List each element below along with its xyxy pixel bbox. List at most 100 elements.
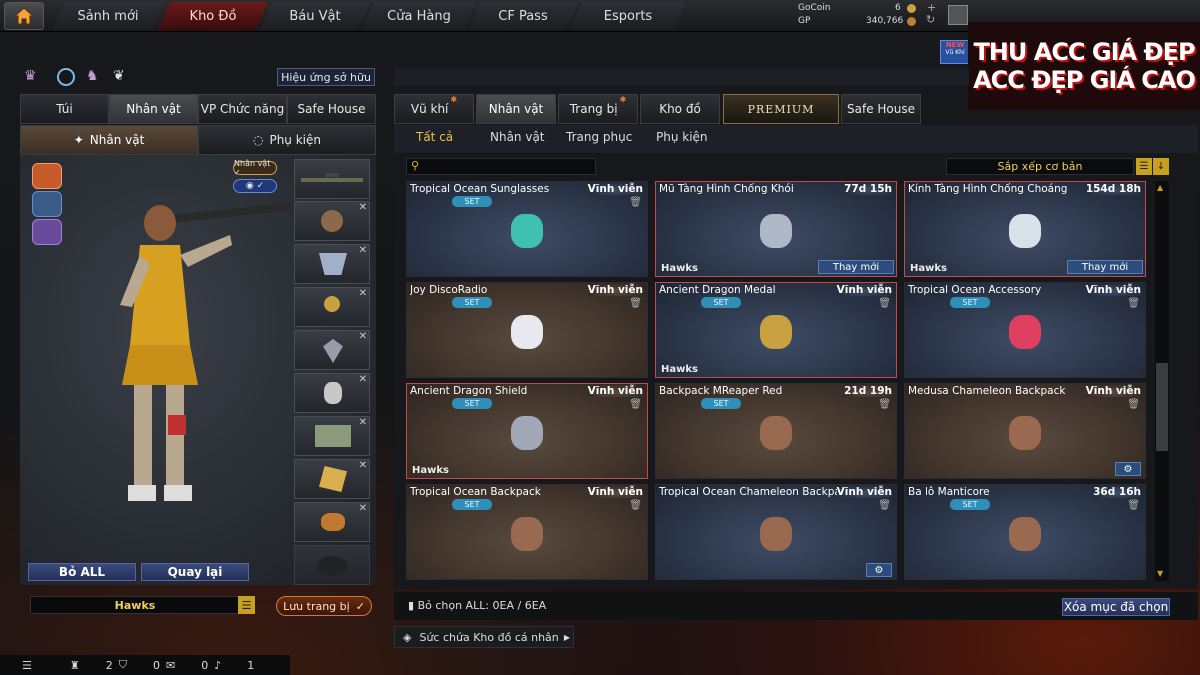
renew-button[interactable]: Thay mới <box>818 260 894 274</box>
menu-grid-icon[interactable] <box>948 5 968 25</box>
slot-mask[interactable]: ✕ <box>294 244 370 284</box>
tab-storage[interactable]: Kho đồ <box>640 94 720 124</box>
filter-outfit[interactable]: Trang phục <box>566 130 632 144</box>
item-card[interactable]: Medusa Chameleon Backpack Vĩnh viễn 🗑 ⚙ <box>904 383 1146 479</box>
chat-icon[interactable]: ✉ <box>166 659 175 672</box>
trash-icon[interactable]: 🗑 <box>878 399 891 410</box>
item-card[interactable]: Mũ Tàng Hình Chống Khói 77d 15h Hawks Thay … <box>655 181 897 277</box>
sort-direction-icon[interactable]: ↓ <box>1153 158 1169 175</box>
sound-icon[interactable]: ♪ <box>214 659 221 672</box>
slot-empty[interactable] <box>294 545 370 585</box>
slot-weapon[interactable] <box>294 159 370 199</box>
remove-x-icon[interactable]: ✕ <box>359 331 367 342</box>
sort-menu-icon[interactable]: ☰ <box>1136 158 1152 175</box>
remove-x-icon[interactable]: ✕ <box>359 417 367 428</box>
delete-selected-button[interactable]: Xóa mục đã chọn <box>1062 598 1170 616</box>
slot-helmet[interactable]: ✕ <box>294 201 370 241</box>
settings-gear-icon[interactable]: ⚙ <box>866 563 892 577</box>
effects-button[interactable]: Hiệu ứng sở hữu <box>277 68 375 86</box>
tab-bag[interactable]: Túi <box>20 94 109 124</box>
back-button[interactable]: Quay lại <box>141 563 249 581</box>
remove-x-icon[interactable]: ✕ <box>359 503 367 514</box>
view-icon[interactable] <box>57 68 75 86</box>
slot-backpack[interactable]: ✕ <box>294 416 370 456</box>
renew-button[interactable]: Thay mới <box>1067 260 1143 274</box>
home-button[interactable] <box>4 2 44 30</box>
item-card[interactable]: Tropical Ocean Sunglasses Vĩnh viễn SET 🗑 <box>406 181 648 277</box>
scroll-down-icon[interactable]: ▼ <box>1157 569 1163 578</box>
item-card[interactable]: Tropical Ocean Chameleon Backpack Vĩnh vi… <box>655 484 897 580</box>
nav-tab-cf-pass[interactable]: CF Pass <box>468 2 578 30</box>
character-toggle-badge[interactable]: Nhân vật ✓ <box>233 159 277 177</box>
save-loadout-button[interactable]: Lưu trang bị ✓ <box>276 596 372 616</box>
tab-premium[interactable]: PREMIUM <box>723 94 839 124</box>
character-icon[interactable]: ♞ <box>86 68 104 86</box>
item-card[interactable]: Ancient Dragon Medal Vĩnh viễn SET 🗑 Hawks <box>655 282 897 378</box>
search-input[interactable]: ⚲ <box>406 158 596 175</box>
scrollbar-track[interactable]: ▲ ▼ <box>1155 181 1169 581</box>
clan-menu-icon[interactable]: ☰ <box>238 596 255 614</box>
ranking-icon[interactable]: ♛ <box>24 68 42 86</box>
nav-tab-inventory[interactable]: Kho Đồ <box>158 2 268 30</box>
tab-character-items[interactable]: Nhân vật <box>476 94 556 124</box>
slot-pet[interactable]: ✕ <box>294 459 370 499</box>
capacity-dropdown[interactable]: ◈ Sức chứa Kho đồ cá nhân ▶ <box>394 626 574 648</box>
list-icon[interactable]: ☰ <box>22 659 32 672</box>
subtab-character[interactable]: ✦ Nhân vật <box>20 125 198 155</box>
tab-safe-house-right[interactable]: Safe House <box>841 94 921 124</box>
sort-dropdown[interactable]: Sắp xếp cơ bản <box>946 158 1134 175</box>
settings-gear-icon[interactable]: ⚙ <box>1115 462 1141 476</box>
item-card[interactable]: Backpack MReaper Red 21d 19h SET 🗑 <box>655 383 897 479</box>
trash-icon[interactable]: 🗑 <box>878 298 891 309</box>
trash-icon[interactable]: 🗑 <box>629 399 642 410</box>
pet-icon[interactable]: ❦ <box>113 68 131 86</box>
trash-icon[interactable]: 🗑 <box>629 197 642 208</box>
friends-icon[interactable]: ♜ <box>70 659 80 672</box>
scroll-up-icon[interactable]: ▲ <box>1157 183 1163 192</box>
remove-x-icon[interactable]: ✕ <box>359 374 367 385</box>
nav-tab-lobby[interactable]: Sảnh mới <box>52 2 164 30</box>
medal-icon <box>324 296 340 312</box>
subtab-accessory[interactable]: ◌ Phụ kiện <box>198 125 376 155</box>
nav-tab-shop[interactable]: Cửa Hàng <box>362 2 476 30</box>
trash-icon[interactable]: 🗑 <box>878 500 891 511</box>
trash-icon[interactable]: 🗑 <box>629 298 642 309</box>
slot-medal[interactable]: ✕ <box>294 287 370 327</box>
nav-tab-esports[interactable]: Esports <box>570 2 686 30</box>
visibility-toggle[interactable]: ◉ ✓ <box>233 179 277 193</box>
tab-safe-house[interactable]: Safe House <box>287 94 376 124</box>
mode-badge-icon[interactable] <box>32 191 62 217</box>
class-badge-icon[interactable] <box>32 219 62 245</box>
filter-accessory[interactable]: Phụ kiện <box>656 130 708 144</box>
trash-icon[interactable]: 🗑 <box>629 500 642 511</box>
faction-badge-icon[interactable] <box>32 163 62 189</box>
remove-all-button[interactable]: Bỏ ALL <box>28 563 136 581</box>
item-card[interactable]: Tropical Ocean Backpack Vĩnh viễn SET 🗑 <box>406 484 648 580</box>
clan-name-field[interactable]: Hawks <box>30 596 240 614</box>
tab-equipment[interactable]: Trang bị ✱ <box>558 94 638 124</box>
item-card[interactable]: Joy DiscoRadio Vĩnh viễn SET 🗑 <box>406 282 648 378</box>
item-card[interactable]: Tropical Ocean Accessory Vĩnh viễn SET 🗑 <box>904 282 1146 378</box>
trash-icon[interactable]: 🗑 <box>1127 500 1140 511</box>
item-card[interactable]: Ba lô Manticore 36d 16h SET 🗑 <box>904 484 1146 580</box>
item-card[interactable]: Ancient Dragon Shield Vĩnh viễn SET 🗑 Hawks <box>406 383 648 479</box>
nav-tab-treasure[interactable]: Báu Vật <box>260 2 370 30</box>
tab-weapons[interactable]: Vũ khí ✱ <box>394 94 474 124</box>
slot-shield[interactable]: ✕ <box>294 330 370 370</box>
scrollbar-thumb[interactable] <box>1156 363 1168 451</box>
refresh-icon[interactable]: ↻ <box>926 13 935 26</box>
slot-accessory[interactable]: ✕ <box>294 373 370 413</box>
tab-character[interactable]: Nhân vật <box>109 94 198 124</box>
tab-function-items[interactable]: VP Chức năng <box>198 94 287 124</box>
remove-x-icon[interactable]: ✕ <box>359 202 367 213</box>
remove-x-icon[interactable]: ✕ <box>359 245 367 256</box>
clan-icon[interactable]: ⛉ <box>119 658 127 672</box>
trash-icon[interactable]: 🗑 <box>1127 298 1140 309</box>
slot-charm[interactable]: ✕ <box>294 502 370 542</box>
filter-character[interactable]: Nhân vật <box>490 130 545 144</box>
remove-x-icon[interactable]: ✕ <box>359 288 367 299</box>
filter-all[interactable]: Tất cả <box>416 130 453 144</box>
trash-icon[interactable]: 🗑 <box>1127 399 1140 410</box>
remove-x-icon[interactable]: ✕ <box>359 460 367 471</box>
item-card[interactable]: Kính Tàng Hình Chống Choáng 154d 18h Hawks… <box>904 181 1146 277</box>
